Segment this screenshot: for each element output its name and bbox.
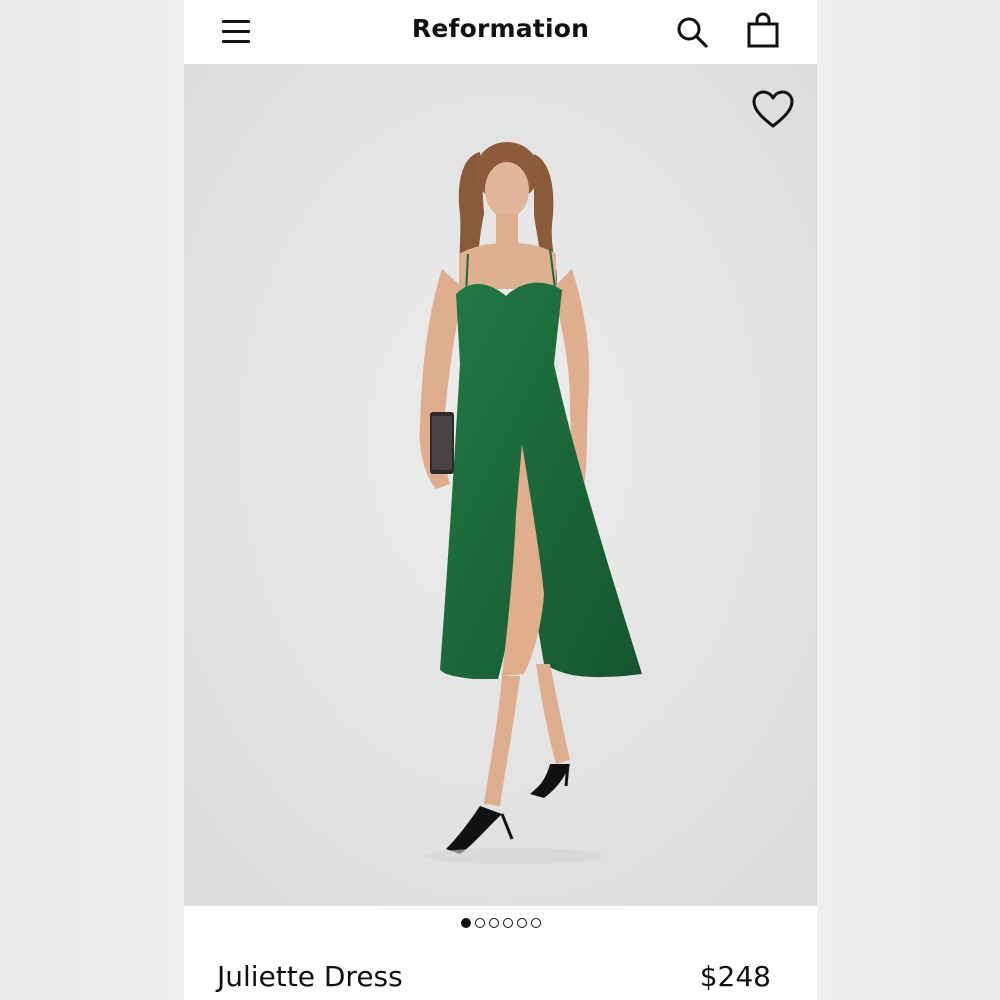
product-image[interactable] — [184, 64, 817, 906]
shopping-bag-icon — [747, 12, 779, 48]
carousel-dot[interactable] — [488, 918, 499, 928]
product-price: $248 — [699, 960, 771, 993]
product-page: Reformation Juliette Dress $248 — [184, 0, 817, 1000]
shopping-bag-button[interactable] — [742, 10, 784, 52]
carousel-dot[interactable] — [516, 918, 527, 928]
carousel-indicators — [184, 918, 817, 928]
carousel-dot[interactable] — [502, 918, 513, 928]
wishlist-button[interactable] — [750, 88, 796, 132]
search-icon — [677, 17, 708, 48]
top-nav-bar: Reformation — [184, 0, 817, 64]
product-photo — [184, 64, 817, 906]
carousel-dot[interactable] — [474, 918, 485, 928]
search-button[interactable] — [672, 12, 712, 52]
product-name: Juliette Dress — [217, 960, 403, 993]
carousel-dot[interactable] — [460, 918, 471, 928]
heart-outline-icon — [752, 90, 794, 128]
brand-logo[interactable]: Reformation — [184, 14, 817, 43]
carousel-dot[interactable] — [530, 918, 541, 928]
